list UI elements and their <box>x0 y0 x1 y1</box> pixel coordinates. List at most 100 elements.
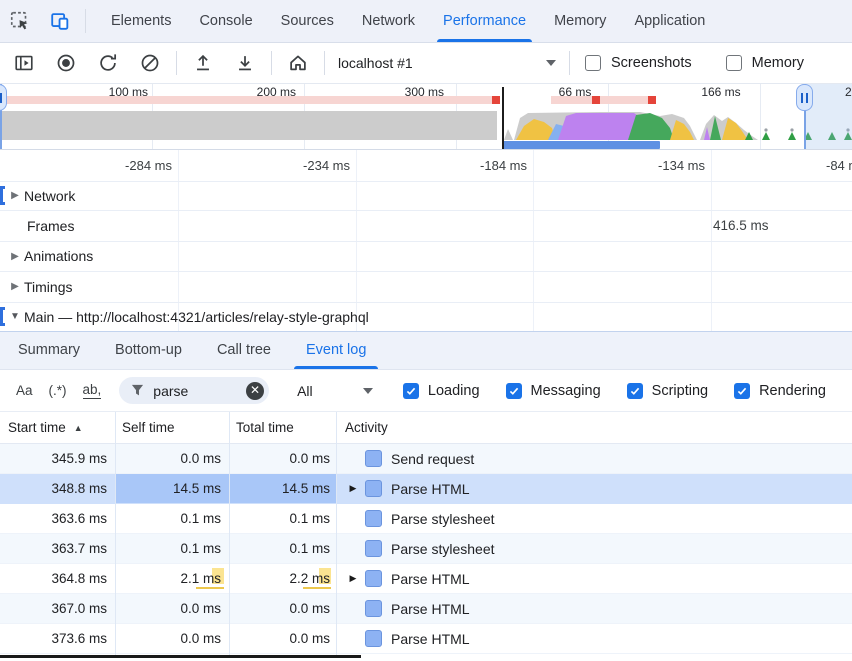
checkbox-unchecked[interactable] <box>585 55 601 71</box>
timeline-ruler-label: -234 ms <box>303 158 350 173</box>
checkbox-checked[interactable] <box>506 383 522 399</box>
tab-elements[interactable]: Elements <box>109 0 173 42</box>
network-overview-band <box>0 140 852 150</box>
devtools-tabbar: Elements Console Sources Network Perform… <box>0 0 852 43</box>
column-divider[interactable] <box>229 412 230 658</box>
tab-application[interactable]: Application <box>632 0 707 42</box>
overview-ruler-label: 200 ms <box>257 85 296 99</box>
device-toolbar-icon[interactable] <box>48 9 72 33</box>
tab-bottom-up[interactable]: Bottom-up <box>113 332 184 369</box>
checkbox-checked[interactable] <box>627 383 643 399</box>
header-self-time[interactable]: Self time <box>115 420 229 435</box>
activity-color-icon <box>365 450 382 467</box>
expand-arrow-icon[interactable]: ▶ <box>6 251 24 262</box>
divider <box>271 51 272 75</box>
record-button[interactable] <box>54 51 78 75</box>
tab-event-log[interactable]: Event log <box>304 332 368 369</box>
table-row[interactable]: 364.8 ms 2.1 ms 2.2 ms ▶Parse HTML <box>0 564 852 594</box>
expand-arrow-icon[interactable]: ▶ <box>6 190 24 201</box>
upload-profile-icon[interactable] <box>191 51 215 75</box>
timeline-tracks[interactable]: -284 ms -234 ms -184 ms -134 ms -84 ms ▶… <box>0 150 852 331</box>
memory-label: Memory <box>752 55 804 71</box>
rendering-checkbox[interactable]: Rendering <box>734 383 826 399</box>
inspect-element-icon[interactable] <box>8 9 32 33</box>
clear-button[interactable] <box>138 51 162 75</box>
download-profile-icon[interactable] <box>233 51 257 75</box>
window-left-handle[interactable] <box>0 84 7 111</box>
whole-word-button[interactable]: ab, <box>83 382 102 399</box>
track-animations[interactable]: ▶ Animations <box>0 241 852 271</box>
divider <box>176 51 177 75</box>
track-timings[interactable]: ▶ Timings <box>0 271 852 302</box>
divider <box>569 51 570 75</box>
table-row[interactable]: 363.7 ms 0.1 ms 0.1 ms Parse stylesheet <box>0 534 852 564</box>
reload-record-button[interactable] <box>96 51 120 75</box>
expand-arrow-icon[interactable]: ▶ <box>6 281 24 292</box>
home-icon[interactable] <box>286 51 310 75</box>
expand-arrow-icon[interactable]: ▶ <box>345 573 361 584</box>
table-row[interactable]: 373.6 ms 0.0 ms 0.0 ms Parse HTML <box>0 624 852 654</box>
chevron-down-icon <box>546 60 556 66</box>
track-main[interactable]: ▼ Main — http://localhost:4321/articles/… <box>0 302 852 331</box>
table-row-selected[interactable]: 348.8 ms 14.5 ms 14.5 ms ▶Parse HTML <box>0 474 852 504</box>
toggle-sidebar-icon[interactable] <box>12 51 36 75</box>
screenshots-checkbox[interactable]: Screenshots <box>585 55 716 71</box>
tab-console[interactable]: Console <box>197 0 254 42</box>
timeline-ruler-label: -134 ms <box>658 158 705 173</box>
details-tabbar: Summary Bottom-up Call tree Event log <box>0 332 852 370</box>
table-row[interactable]: 345.9 ms 0.0 ms 0.0 ms Send request <box>0 444 852 474</box>
performance-toolbar: localhost #1 Screenshots Memory <box>0 43 852 84</box>
filter-funnel-icon <box>131 384 144 397</box>
messaging-checkbox[interactable]: Messaging <box>506 383 601 399</box>
sort-ascending-icon: ▲ <box>74 423 83 433</box>
duration-filter-select[interactable]: All <box>297 383 373 399</box>
table-row[interactable]: 367.0 ms 0.0 ms 0.0 ms Parse HTML <box>0 594 852 624</box>
navigation-boundary-line <box>502 87 504 149</box>
tab-performance[interactable]: Performance <box>441 0 528 42</box>
timeline-overview[interactable]: 100 ms 200 ms 300 ms 66 ms 166 ms 2 <box>0 84 852 150</box>
task-strip <box>600 96 648 104</box>
memory-checkbox[interactable]: Memory <box>726 55 828 71</box>
header-total-time[interactable]: Total time <box>229 420 336 435</box>
header-activity[interactable]: Activity <box>336 420 852 435</box>
long-task-marker <box>592 96 600 104</box>
track-frames[interactable]: Frames 416.5 ms <box>0 210 852 241</box>
checkbox-checked[interactable] <box>403 383 419 399</box>
duration-filter-value: All <box>297 383 313 399</box>
activity-color-icon <box>365 630 382 647</box>
table-row[interactable]: 363.6 ms 0.1 ms 0.1 ms Parse stylesheet <box>0 504 852 534</box>
tab-call-tree[interactable]: Call tree <box>215 332 273 369</box>
long-task-marker <box>648 96 656 104</box>
filter-input[interactable]: parse ✕ <box>119 377 269 404</box>
window-right-handle[interactable] <box>796 84 813 111</box>
activity-color-icon <box>365 570 382 587</box>
horizontal-scrollbar[interactable] <box>0 655 361 658</box>
clear-filter-icon[interactable]: ✕ <box>246 382 264 400</box>
tab-memory[interactable]: Memory <box>552 0 608 42</box>
tab-sources[interactable]: Sources <box>279 0 336 42</box>
activity-color-icon <box>365 600 382 617</box>
column-divider[interactable] <box>115 412 116 658</box>
activity-color-icon <box>365 480 382 497</box>
tab-summary[interactable]: Summary <box>16 332 82 369</box>
match-case-button[interactable]: Aa <box>16 383 33 398</box>
collapse-arrow-icon[interactable]: ▼ <box>6 311 24 322</box>
details-panel: Summary Bottom-up Call tree Event log Aa… <box>0 331 852 661</box>
column-divider[interactable] <box>336 412 337 658</box>
target-select[interactable]: localhost #1 <box>338 55 556 71</box>
chevron-down-icon <box>363 388 373 394</box>
filter-input-value[interactable]: parse <box>153 383 246 399</box>
loading-checkbox[interactable]: Loading <box>403 383 480 399</box>
tab-network[interactable]: Network <box>360 0 417 42</box>
scripting-checkbox[interactable]: Scripting <box>627 383 708 399</box>
checkbox-checked[interactable] <box>734 383 750 399</box>
expand-arrow-icon[interactable]: ▶ <box>345 483 361 494</box>
regex-button[interactable]: (.*) <box>49 383 67 398</box>
long-task-marker <box>492 96 500 104</box>
header-start-time[interactable]: Start time ▲ <box>0 420 115 435</box>
track-network[interactable]: ▶ Network <box>0 181 852 210</box>
checkbox-unchecked[interactable] <box>726 55 742 71</box>
category-filters: Loading Messaging Scripting Rendering <box>403 383 852 399</box>
timeline-ruler-label: -284 ms <box>125 158 172 173</box>
overview-ruler-label: 66 ms <box>559 85 592 99</box>
